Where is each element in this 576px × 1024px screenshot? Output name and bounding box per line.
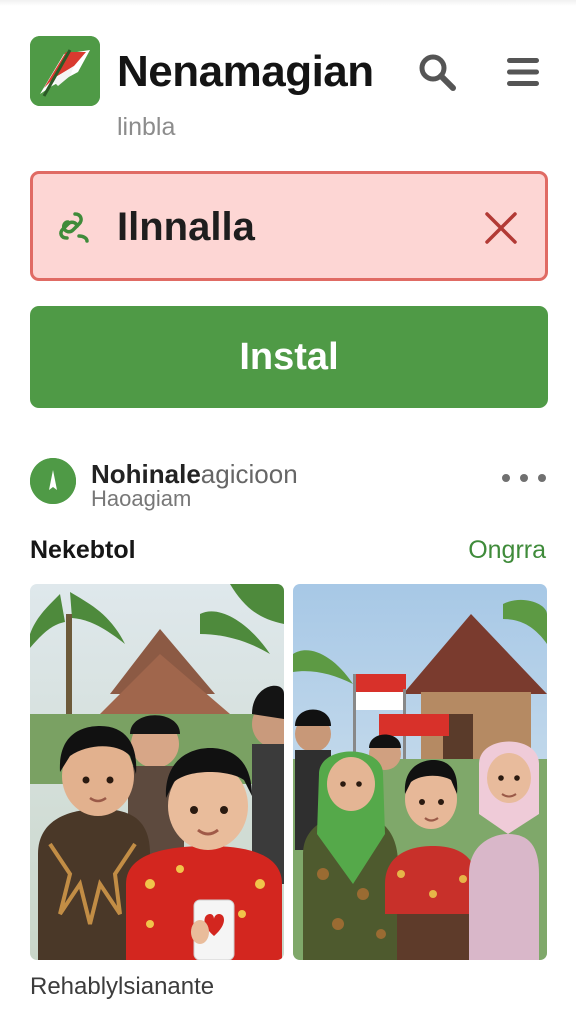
developer-name[interactable]: Nohinaleagicioon bbox=[91, 459, 298, 489]
app-title: Nenamagian bbox=[117, 47, 374, 96]
alert-close-button[interactable] bbox=[481, 208, 521, 248]
search-button[interactable] bbox=[412, 48, 462, 96]
screenshots-caption: Rehablylsianante bbox=[30, 973, 215, 1000]
menu-button[interactable] bbox=[498, 48, 548, 96]
screenshot-children-flags[interactable] bbox=[293, 584, 547, 960]
more-horizontal-icon bbox=[502, 474, 510, 482]
install-button[interactable]: Instal bbox=[30, 306, 548, 408]
more-options-button[interactable] bbox=[502, 466, 546, 490]
close-icon bbox=[485, 212, 517, 244]
section-see-more-link[interactable]: Ongrra bbox=[468, 535, 546, 565]
screenshot-children-village[interactable] bbox=[30, 584, 284, 960]
developer-avatar[interactable] bbox=[30, 458, 76, 504]
developer-handle: Haoagiam bbox=[91, 486, 192, 511]
link-icon bbox=[55, 208, 93, 246]
flag-app-icon bbox=[30, 36, 100, 106]
search-icon bbox=[419, 54, 456, 91]
alert-text: Ilnnalla bbox=[117, 205, 255, 249]
developer-name-rest: agicioon bbox=[200, 459, 298, 489]
status-strip bbox=[0, 0, 576, 6]
section-title: Nekebtol bbox=[30, 536, 136, 564]
developer-name-bold: Nohinale bbox=[91, 459, 201, 489]
developer-logo-icon bbox=[30, 458, 76, 504]
menu-icon bbox=[507, 58, 539, 86]
app-subtitle: linbla bbox=[117, 113, 176, 141]
more-dot bbox=[520, 474, 528, 482]
alert-banner: Ilnnalla bbox=[30, 171, 548, 281]
more-dot bbox=[538, 474, 546, 482]
